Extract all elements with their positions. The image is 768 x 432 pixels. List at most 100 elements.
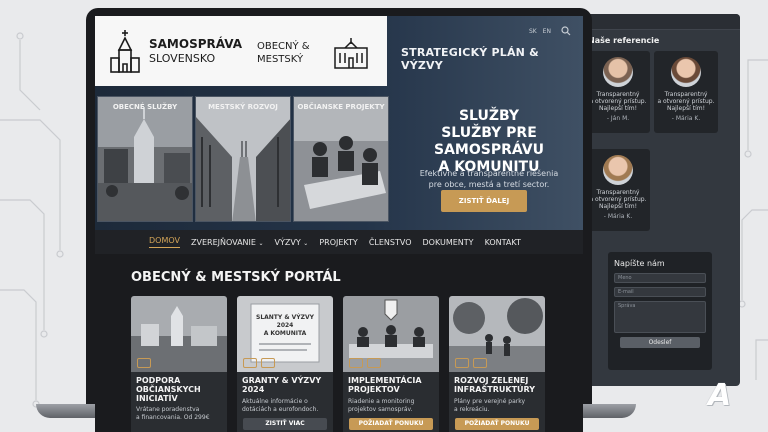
nav-projects[interactable]: PROJEKTY: [319, 238, 358, 247]
card-image-line: SLANTY & VÝZVY 2024: [256, 314, 314, 329]
quote-line: Najlepší tím!: [599, 203, 637, 210]
camera-icon: [137, 358, 151, 368]
brand-name: SAMOSPRÁVA: [149, 37, 242, 51]
document-icon: [243, 358, 257, 368]
quote-line: a otvorený prístup.: [657, 98, 715, 105]
quote-line: Transparentný: [596, 91, 640, 98]
card-title-line: PODPORA: [136, 376, 181, 385]
site-header: SAMOSPRÁVA SLOVENSKO OBECNÝ & MESTSKÝ SK…: [95, 16, 583, 246]
lang-sk-link[interactable]: SK: [529, 28, 537, 35]
request-offer-button[interactable]: POŽIADAŤ PONUKU: [455, 418, 539, 430]
people-icon: [455, 358, 469, 368]
card-desc-line: a rekreáciu.: [454, 406, 490, 413]
card-image: [343, 296, 439, 372]
search-icon[interactable]: [561, 26, 571, 36]
photo-caption: OBČIANSKE PROJEKTY: [297, 103, 385, 111]
brand-subtitle: OBECNÝ & MESTSKÝ: [257, 40, 310, 66]
main-nav: DOMOV ZVEREJŇOVANIE ⌄ VÝZVY ⌄ PROJEKTY Č…: [95, 230, 583, 254]
name-field[interactable]: Meno: [614, 273, 706, 283]
card-desc-line: Riadenie a monitoring: [348, 398, 415, 405]
reference-author: - Ján M.: [606, 115, 630, 122]
card-title-line: IMPLEMENTÁCIA: [348, 376, 422, 385]
references-list: Transparentný a otvorený prístup. Najlep…: [582, 45, 740, 245]
card-description: Aktuálne informácie o dotáciách a eurofo…: [242, 398, 330, 414]
card-title: PODPORA OBČIANSKYCH INICIATÍV: [136, 376, 224, 403]
request-offer-button[interactable]: POŽIADAŤ PONUKU: [349, 418, 433, 430]
lang-en-link[interactable]: EN: [543, 28, 551, 35]
nav-contact[interactable]: KONTAKT: [485, 238, 521, 247]
video-icon: [261, 358, 275, 368]
card-desc-line: dotáciách a eurofondoch.: [242, 406, 319, 413]
service-card[interactable]: SLANTY & VÝZVY 2024 A KOMUNITA GRANTY & …: [237, 296, 333, 432]
learn-more-button[interactable]: ZISTIŤ VIAC: [243, 418, 327, 430]
quote-line: Najlepší tím!: [667, 105, 705, 112]
reference-card: Transparentný a otvorený prístup. Najlep…: [586, 51, 650, 133]
nav-calls[interactable]: VÝZVY ⌄: [275, 238, 309, 247]
service-card[interactable]: IMPLEMENTÁCIA PROJEKTOV Riadenie a monit…: [343, 296, 439, 432]
card-title: ROZVOJ ZELENEJ INFRAŠTRUKTÚRY: [454, 376, 542, 394]
card-desc-line: a financovania. Od 299€: [136, 414, 210, 421]
card-title: IMPLEMENTÁCIA PROJEKTOV: [348, 376, 436, 394]
gear-icon: [367, 358, 381, 368]
learn-more-button[interactable]: ZISTIŤ ĎALEJ: [441, 190, 527, 212]
reference-card: Transparentný a otvorený prístup. Najlep…: [586, 149, 650, 231]
photo-civic-projects[interactable]: OBČIANSKE PROJEKTY: [293, 96, 389, 222]
references-title: Naše referencie: [588, 36, 660, 45]
card-title-line: GRANTY & VÝZVY: [242, 376, 322, 385]
card-desc-line: projektov samospráv.: [348, 406, 413, 413]
photo-caption: MESTSKÝ ROZVOJ: [208, 103, 278, 111]
nav-label: VÝZVY: [274, 237, 301, 247]
avatar: [671, 57, 701, 87]
card-image-line: A KOMUNITA: [263, 330, 307, 337]
back-topbar: [582, 14, 740, 30]
meeting-image: [294, 97, 388, 221]
card-title-line: INICIATÍV: [136, 394, 178, 403]
service-card[interactable]: PODPORA OBČIANSKYCH INICIATÍV Vrátane po…: [131, 296, 227, 432]
hero-title-line: SLUŽBY PRE SAMOSPRÁVU: [434, 125, 544, 158]
language-switch: SK EN: [529, 28, 555, 35]
quote-line: a otvorený prístup.: [589, 98, 647, 105]
photo-municipal-services[interactable]: OBECNÉ SLUŽBY: [97, 96, 193, 222]
nav-membership[interactable]: ČLENSTVO: [369, 238, 412, 247]
card-image-text: SLANTY & VÝZVY 2024 A KOMUNITA: [251, 314, 319, 338]
nav-disclosure[interactable]: ZVEREJŇOVANIE ⌄: [191, 238, 264, 247]
brand-subtitle-line: MESTSKÝ: [257, 54, 304, 65]
town-square-image: [98, 97, 192, 221]
church-icon: [110, 30, 140, 73]
nav-documents[interactable]: DOKUMENTY: [423, 238, 474, 247]
message-field[interactable]: Správa: [614, 301, 706, 333]
leaf-icon: [473, 358, 487, 368]
card-description: Riadenie a monitoring projektov samosprá…: [348, 398, 436, 414]
card-title-line: ROZVOJ ZELENEJ: [454, 376, 529, 385]
quote-line: Najlepší tím!: [599, 105, 637, 112]
reference-quote: Transparentný a otvorený prístup. Najlep…: [586, 91, 650, 112]
hero-title-line: SLUŽBY: [458, 108, 520, 124]
quote-line: Transparentný: [596, 189, 640, 196]
hero-subtitle-line: Efektívne a transparentné riešenia: [419, 169, 559, 178]
service-card[interactable]: ROZVOJ ZELENEJ INFRAŠTRUKTÚRY Plány pre …: [449, 296, 545, 432]
chevron-down-icon: ⌄: [258, 239, 264, 247]
card-desc-line: Vrátane poradenstva: [136, 406, 200, 413]
email-field[interactable]: E-mail: [614, 287, 706, 297]
reference-author: - Mária K.: [671, 115, 701, 122]
card-title-line: INFRAŠTRUKTÚRY: [454, 385, 536, 394]
nav-home[interactable]: DOMOV: [149, 236, 180, 248]
reference-quote: Transparentný a otvorený prístup. Najlep…: [654, 91, 718, 112]
card-desc-line: Plány pre verejné parky: [454, 398, 526, 405]
card-desc-line: Aktuálne informácie o: [242, 398, 308, 405]
contact-form: Napíšte nám Meno E-mail Správa Odeslef: [608, 252, 712, 370]
hero-title: SLUŽBY SLUŽBY PRE SAMOSPRÁVU A KOMUNITU: [395, 108, 583, 176]
strategic-plan-link[interactable]: STRATEGICKÝ PLÁN & VÝZVY: [401, 46, 583, 72]
card-image: [449, 296, 545, 372]
hero-subtitle-line: pre obce, mestá a tretí sector.: [428, 180, 550, 189]
main-content: OBECNÝ & MESTSKÝ PORTÁL PODPORA OBČIANSK…: [95, 254, 583, 432]
site-logo[interactable]: SAMOSPRÁVA SLOVENSKO OBECNÝ & MESTSKÝ: [95, 16, 387, 86]
chevron-down-icon: ⌄: [303, 239, 309, 247]
brand-country: SLOVENSKO: [149, 52, 216, 65]
card-title-line: PROJEKTOV: [348, 385, 400, 394]
card-description: Plány pre verejné parky a rekreáciu.: [454, 398, 542, 414]
avatar: [603, 57, 633, 87]
submit-button[interactable]: Odeslef: [620, 337, 700, 348]
reference-quote: Transparentný a otvorený prístup. Najlep…: [586, 189, 650, 210]
photo-urban-development[interactable]: MESTSKÝ ROZVOJ: [195, 96, 291, 222]
